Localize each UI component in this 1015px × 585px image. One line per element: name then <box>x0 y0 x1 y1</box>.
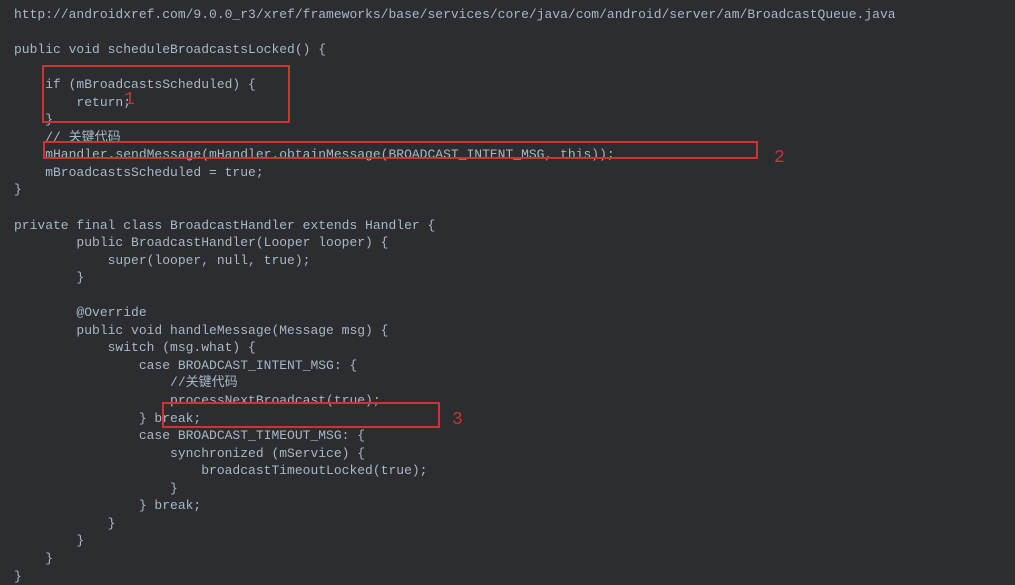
code-line: private final class BroadcastHandler ext… <box>14 217 1015 235</box>
url-line: http://androidxref.com/9.0.0_r3/xref/fra… <box>14 6 1015 24</box>
code-line: } <box>14 550 1015 568</box>
annotation-1: 1 <box>124 88 135 112</box>
code-line: synchronized (mService) { <box>14 445 1015 463</box>
code-line: public void handleMessage(Message msg) { <box>14 322 1015 340</box>
annotation-3: 3 <box>452 408 463 432</box>
code-line: //关键代码 <box>14 374 1015 392</box>
code-line: super(looper, null, true); <box>14 252 1015 270</box>
code-line: // 关键代码 <box>14 129 1015 147</box>
code-line: } break; <box>14 410 1015 428</box>
code-line: } <box>14 181 1015 199</box>
code-line: } <box>14 568 1015 585</box>
code-line: } <box>14 111 1015 129</box>
code-line: if (mBroadcastsScheduled) { <box>14 76 1015 94</box>
code-line: } <box>14 515 1015 533</box>
code-line: } <box>14 532 1015 550</box>
code-container: http://androidxref.com/9.0.0_r3/xref/fra… <box>14 6 1015 585</box>
code-line: case BROADCAST_TIMEOUT_MSG: { <box>14 427 1015 445</box>
code-line: return; <box>14 94 1015 112</box>
blank <box>14 24 1015 42</box>
blank <box>14 287 1015 305</box>
code-line: mBroadcastsScheduled = true; <box>14 164 1015 182</box>
blank <box>14 199 1015 217</box>
blank <box>14 59 1015 77</box>
code-line: public BroadcastHandler(Looper looper) { <box>14 234 1015 252</box>
code-line: mHandler.sendMessage(mHandler.obtainMess… <box>14 146 1015 164</box>
code-line: broadcastTimeoutLocked(true); <box>14 462 1015 480</box>
code-line: switch (msg.what) { <box>14 339 1015 357</box>
code-line: case BROADCAST_INTENT_MSG: { <box>14 357 1015 375</box>
code-line: } break; <box>14 497 1015 515</box>
code-line: processNextBroadcast(true); <box>14 392 1015 410</box>
code-line: } <box>14 269 1015 287</box>
code-line: } <box>14 480 1015 498</box>
annotation-2: 2 <box>774 146 785 170</box>
code-line: public void scheduleBroadcastsLocked() { <box>14 41 1015 59</box>
code-line: @Override <box>14 304 1015 322</box>
